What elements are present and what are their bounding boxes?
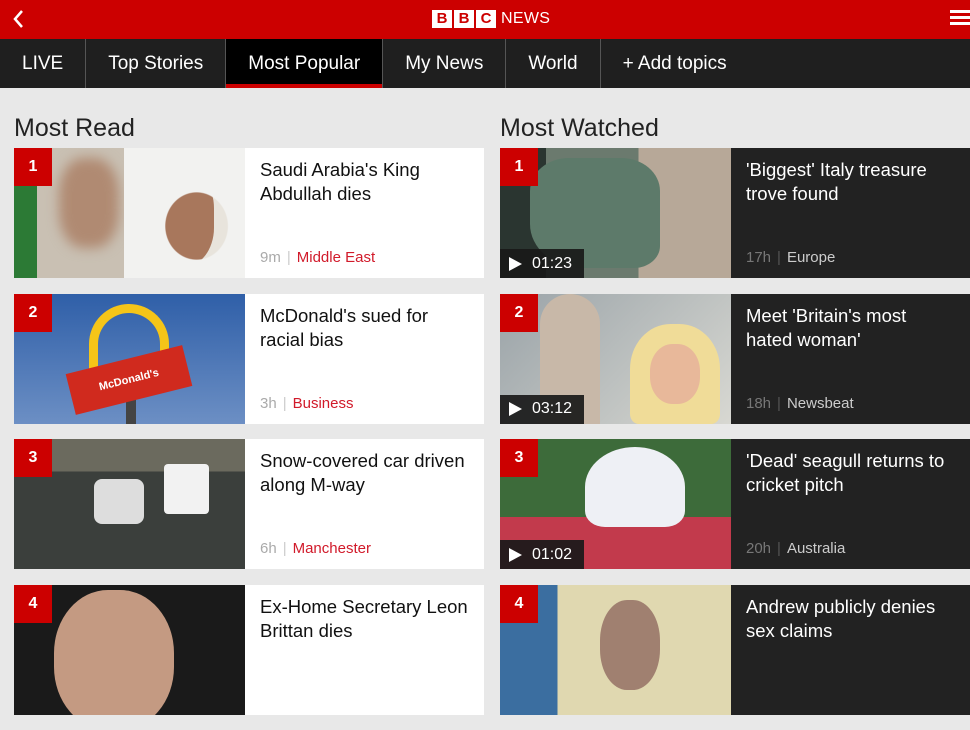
meta-separator: | [777, 540, 781, 557]
play-icon [509, 547, 522, 562]
video-time: 17h [746, 249, 772, 266]
story-card[interactable]: 3 Snow-covered car driven along M-way 6h… [14, 439, 484, 569]
rank-badge: 4 [14, 584, 52, 623]
story-section-link[interactable]: Business [293, 395, 354, 412]
tab-my-news[interactable]: My News [383, 39, 507, 88]
rank-badge: 3 [14, 439, 52, 477]
video-title[interactable]: 'Biggest' Italy treasure trove found [746, 158, 955, 206]
topic-nav: LIVE Top Stories Most Popular My News Wo… [0, 39, 970, 88]
story-card[interactable]: 4 Ex-Home Secretary Leon Brittan dies [14, 584, 484, 715]
most-read-section: Most Read 1 Saudi Arabia's King Abdullah… [14, 88, 484, 730]
tab-world[interactable]: World [506, 39, 601, 88]
video-card[interactable]: 1 01:23 'Biggest' Italy treasure trove f… [500, 148, 970, 278]
section-heading: Most Read [14, 114, 135, 142]
logo-news-text: NEWS [501, 10, 551, 27]
video-title[interactable]: 'Dead' seagull returns to cricket pitch [746, 449, 955, 497]
story-meta: 3h | Business [260, 395, 353, 412]
rank-badge: 2 [500, 293, 538, 332]
video-card[interactable]: 3 01:02 'Dead' seagull returns to cricke… [500, 439, 970, 569]
story-card[interactable]: McDonald's 2 McDonald's sued for racial … [14, 293, 484, 424]
play-icon [509, 402, 522, 416]
video-duration[interactable]: 01:23 [500, 249, 584, 278]
meta-separator: | [777, 394, 781, 412]
story-time: 3h [260, 394, 277, 412]
video-meta: 20h | Australia [746, 540, 845, 557]
logo-letter: B [432, 10, 452, 28]
tab-live[interactable]: LIVE [0, 39, 87, 88]
meta-separator: | [286, 249, 291, 266]
duration-text: 03:12 [532, 400, 573, 417]
tab-most-popular[interactable]: Most Popular [226, 39, 384, 88]
duration-text: 01:02 [532, 545, 573, 563]
video-thumbnail: 3 01:02 [500, 439, 731, 569]
video-title[interactable]: Meet 'Britain's most hated woman' [746, 304, 955, 352]
story-thumbnail: 3 [14, 439, 245, 569]
video-time: 20h [746, 540, 772, 557]
rank-badge: 4 [500, 584, 538, 623]
story-thumbnail: McDonald's 2 [14, 293, 245, 424]
video-card[interactable]: 4 Andrew publicly denies sex claims [500, 584, 970, 715]
chevron-left-icon[interactable] [8, 6, 32, 32]
video-title[interactable]: Andrew publicly denies sex claims [746, 595, 955, 643]
video-time: 18h [746, 394, 772, 412]
story-thumbnail: 1 [14, 148, 245, 278]
video-section-link[interactable]: Australia [787, 540, 845, 557]
meta-separator: | [282, 394, 287, 412]
play-icon [509, 256, 522, 271]
bbc-news-logo[interactable]: B B C NEWS [432, 9, 550, 29]
story-title[interactable]: Ex-Home Secretary Leon Brittan dies [260, 595, 469, 643]
video-thumbnail: 4 [500, 584, 731, 715]
duration-text: 01:23 [532, 254, 573, 272]
meta-separator: | [777, 249, 781, 266]
story-time: 6h [260, 540, 277, 557]
logo-letter: B [454, 10, 474, 28]
story-card[interactable]: 1 Saudi Arabia's King Abdullah dies 9m | M… [14, 148, 484, 278]
video-duration[interactable]: 01:02 [500, 540, 584, 569]
video-duration[interactable]: 03:12 [500, 394, 584, 424]
hamburger-menu-icon[interactable] [950, 10, 970, 28]
tab-top-stories[interactable]: Top Stories [86, 39, 227, 88]
video-thumbnail: 2 03:12 [500, 293, 731, 424]
rank-badge: 1 [14, 148, 52, 186]
video-section-link[interactable]: Newsbeat [787, 395, 854, 412]
video-meta: 17h | Europe [746, 249, 835, 266]
section-heading: Most Watched [500, 114, 659, 142]
story-title[interactable]: Saudi Arabia's King Abdullah dies [260, 158, 469, 206]
top-bar: B B C NEWS [0, 0, 970, 39]
video-card[interactable]: 2 03:12 Meet 'Britain's most hated woman… [500, 293, 970, 424]
video-meta: 18h | Newsbeat [746, 395, 854, 412]
story-title[interactable]: McDonald's sued for racial bias [260, 304, 469, 352]
rank-badge: 2 [14, 293, 52, 332]
story-meta: 9m | Middle East [260, 249, 375, 266]
meta-separator: | [282, 540, 287, 557]
story-title[interactable]: Snow-covered car driven along M-way [260, 449, 469, 497]
most-watched-section: Most Watched 1 01:23 'Biggest' Italy tre… [500, 88, 970, 730]
tab-add-topics[interactable]: + Add topics [601, 39, 749, 88]
story-meta: 6h | Manchester [260, 540, 371, 557]
story-thumbnail: 4 [14, 584, 245, 715]
rank-badge: 3 [500, 439, 538, 477]
story-section-link[interactable]: Manchester [293, 540, 371, 557]
rank-badge: 1 [500, 148, 538, 186]
story-time: 9m [260, 249, 281, 266]
video-thumbnail: 1 01:23 [500, 148, 731, 278]
logo-letter: C [476, 10, 496, 28]
video-section-link[interactable]: Europe [787, 249, 835, 266]
story-section-link[interactable]: Middle East [297, 249, 375, 266]
